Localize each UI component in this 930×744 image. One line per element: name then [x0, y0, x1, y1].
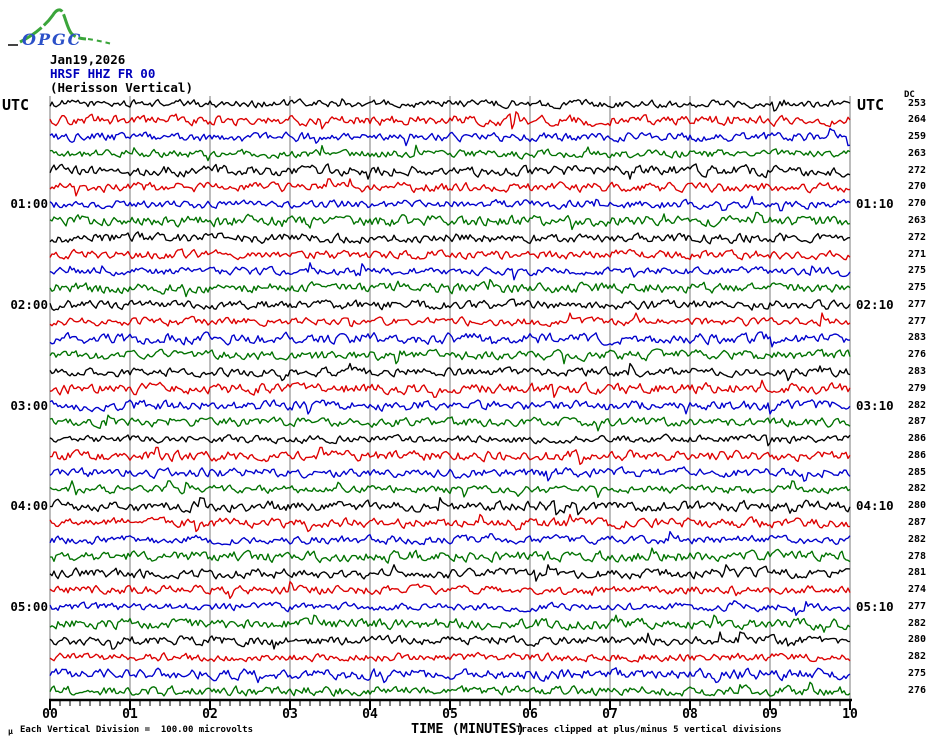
right-hour-label: 01:10	[856, 196, 894, 211]
dc-value: 272	[907, 232, 926, 243]
dc-value: 259	[907, 131, 926, 142]
dc-value: 276	[907, 685, 926, 696]
dc-value: 283	[907, 332, 926, 343]
dc-value: 272	[907, 165, 926, 176]
left-hour-label: 02:00	[10, 297, 48, 312]
left-hour-label: 01:00	[10, 196, 48, 211]
dc-value: 277	[907, 316, 926, 327]
dc-value: 287	[907, 517, 926, 528]
dc-value: 275	[907, 668, 926, 679]
dc-value: 286	[907, 450, 926, 461]
dc-value: 282	[907, 618, 926, 629]
dc-value: 275	[907, 282, 926, 293]
footer-scale-note: Each Vertical Division = 100.00 microvol…	[20, 725, 253, 735]
dc-value: 280	[907, 500, 926, 511]
dc-value: 282	[907, 534, 926, 545]
x-axis-tick-label: 07	[602, 707, 618, 722]
dc-value: 282	[907, 651, 926, 662]
right-hour-label: 03:10	[856, 398, 894, 413]
footer-clip-note: Traces clipped at plus/minus 5 vertical …	[516, 725, 782, 735]
x-axis-tick-label: 00	[42, 707, 58, 722]
dc-value: 285	[907, 467, 926, 478]
dc-value: 270	[907, 198, 926, 209]
right-hour-label: 02:10	[856, 297, 894, 312]
x-axis-tick-label: 05	[442, 707, 458, 722]
dc-value: 271	[907, 249, 926, 260]
dc-value: 264	[907, 114, 926, 125]
x-axis-tick-label: 03	[282, 707, 298, 722]
dc-value: 263	[907, 148, 926, 159]
micro-symbol: µ	[8, 727, 13, 736]
dc-value: 280	[907, 634, 926, 645]
seismogram-plot	[49, 96, 852, 710]
left-hour-label: 05:00	[10, 599, 48, 614]
dc-value: 281	[907, 567, 926, 578]
dc-value: 277	[907, 299, 926, 310]
dc-value: 277	[907, 601, 926, 612]
x-axis-tick-label: 08	[682, 707, 698, 722]
dc-value: 274	[907, 584, 926, 595]
x-axis-tick-label: 10	[842, 707, 858, 722]
x-axis-tick-label: 04	[362, 707, 378, 722]
right-hour-label: 05:10	[856, 599, 894, 614]
dc-value: 275	[907, 265, 926, 276]
x-axis-tick-label: 02	[202, 707, 218, 722]
dc-value: 283	[907, 366, 926, 377]
dc-value: 282	[907, 400, 926, 411]
dc-value: 253	[907, 98, 926, 109]
right-hour-label: 04:10	[856, 498, 894, 513]
dc-value: 276	[907, 349, 926, 360]
left-hour-label: 04:00	[10, 498, 48, 513]
x-axis-tick-label: 09	[762, 707, 778, 722]
helicorder-page: OPGC Jan19,2026 HRSF HHZ FR 00 (Herisson…	[0, 0, 930, 744]
dc-value: 282	[907, 483, 926, 494]
x-axis-tick-label: 01	[122, 707, 138, 722]
x-axis-title: TIME (MINUTES)	[411, 721, 525, 737]
dc-value: 270	[907, 181, 926, 192]
dc-value: 286	[907, 433, 926, 444]
dc-value: 278	[907, 551, 926, 562]
dc-value: 287	[907, 416, 926, 427]
x-axis-tick-label: 06	[522, 707, 538, 722]
dc-value: 263	[907, 215, 926, 226]
dc-value: 279	[907, 383, 926, 394]
left-hour-label: 03:00	[10, 398, 48, 413]
